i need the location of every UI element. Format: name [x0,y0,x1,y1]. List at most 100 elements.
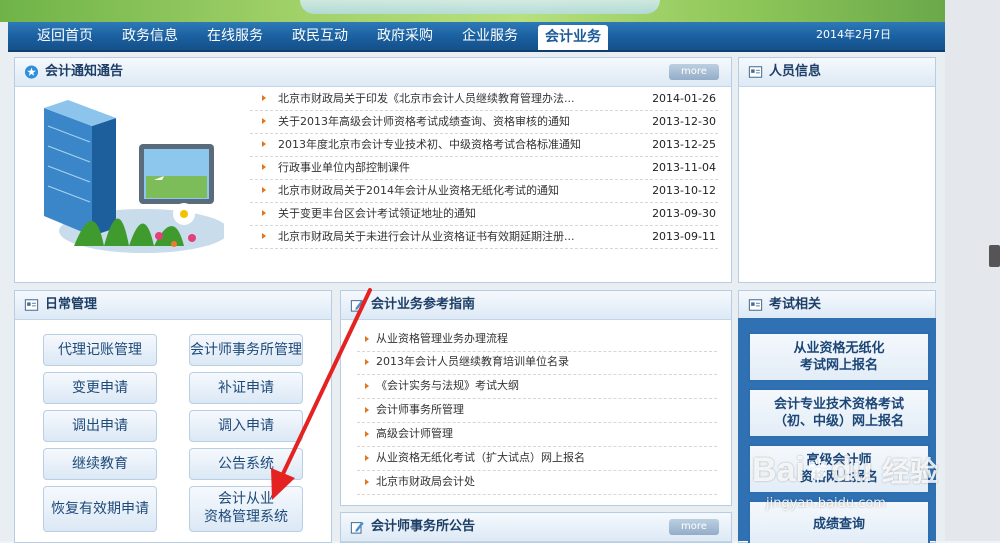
change-request-button[interactable]: 变更申请 [43,372,157,404]
nav-procurement[interactable]: 政府采购 [370,22,440,50]
guide-panel-header: 会计业务参考指南 [341,291,731,320]
bullet-icon [365,479,369,485]
notice-title[interactable]: 北京市财政局关于印发《北京市会计人员继续教育管理办法... [278,87,575,110]
continuing-education-button[interactable]: 继续教育 [43,448,157,480]
button-label: 变更申请 [72,380,128,396]
firm-notice-panel-title: 会计师事务所公告 [371,519,476,534]
building-illustration [44,100,224,253]
notice-title[interactable]: 北京市财政局关于2014年会计从业资格无纸化考试的通知 [278,179,559,202]
senior-accountant-signup-button[interactable]: 高级会计师 资格网上报名 [748,444,930,494]
edit-icon [350,521,364,534]
transfer-in-button[interactable]: 调入申请 [189,410,303,442]
notice-title[interactable]: 北京市财政局关于未进行会计从业资格证书有效期延期注册... [278,225,575,248]
notice-title[interactable]: 行政事业单位内部控制课件 [278,156,410,179]
notice-row[interactable]: 北京市财政局关于未进行会计从业资格证书有效期延期注册... 2013-09-11 [250,225,718,249]
button-label: 继续教育 [72,456,128,472]
guide-panel-title: 会计业务参考指南 [371,297,476,312]
nav-home[interactable]: 返回首页 [30,22,100,50]
reissue-request-button[interactable]: 补证申请 [189,372,303,404]
announcement-system-button[interactable]: 公告系统 [189,448,303,480]
button-label-line1: 会计从业 [218,491,274,507]
guide-title[interactable]: 北京市财政局会计处 [376,470,475,494]
banner-sky [300,0,660,14]
notice-date: 2013-09-11 [652,230,716,243]
personnel-panel-header: 人员信息 [739,58,935,87]
guide-title[interactable]: 会计师事务所管理 [376,398,464,422]
card-icon [748,66,763,78]
notice-more-button[interactable]: more [669,64,719,80]
button-label-line2: 资格管理系统 [204,509,288,525]
button-label: 公告系统 [218,456,274,472]
guide-row[interactable]: 从业资格管理业务办理流程 [357,327,717,352]
accounting-firm-button[interactable]: 会计师事务所管理 [189,334,303,366]
exam-line2: 资格网上报名 [799,470,878,485]
notice-title[interactable]: 关于2013年高级会计师资格考试成绩查询、资格审核的通知 [278,110,570,133]
agency-bookkeeping-button[interactable]: 代理记账管理 [43,334,157,366]
card-icon [748,299,763,311]
guide-title[interactable]: 《会计实务与法规》考试大纲 [376,374,519,398]
current-date: 2014年2月7日 [816,28,891,41]
firm-notice-more-button[interactable]: more [669,519,719,535]
bullet-icon [262,95,266,101]
guide-row[interactable]: 会计师事务所管理 [357,398,717,423]
bullet-icon [262,210,266,216]
guide-title[interactable]: 从业资格无纸化考试（扩大试点）网上报名 [376,446,585,470]
transfer-out-button[interactable]: 调出申请 [43,410,157,442]
qualification-system-button[interactable]: 会计从业 资格管理系统 [189,486,303,532]
daily-panel-header: 日常管理 [15,291,331,320]
professional-exam-signup-button[interactable]: 会计专业技术资格考试 （初、中级）网上报名 [748,388,930,438]
notice-row[interactable]: 关于变更丰台区会计考试领证地址的通知 2013-09-30 [250,202,718,226]
header-banner [0,0,945,22]
guide-row[interactable]: 《会计实务与法规》考试大纲 [357,374,717,399]
exam-line2: 考试网上报名 [799,358,878,373]
guide-title[interactable]: 高级会计师管理 [376,422,453,446]
notice-date: 2013-11-04 [652,161,716,174]
notice-title[interactable]: 关于变更丰台区会计考试领证地址的通知 [278,202,476,225]
nav-gov-info[interactable]: 政务信息 [115,22,185,50]
firm-notice-panel-header: 会计师事务所公告 more [341,513,731,542]
scroll-handle[interactable] [989,245,1000,267]
guide-row[interactable]: 北京市财政局会计处 [357,470,717,495]
exam-line1: 高级会计师 [806,453,872,468]
bullet-icon [262,233,266,239]
notice-row[interactable]: 2013年度北京市会计专业技术初、中级资格考试合格标准通知 2013-12-25 [250,133,718,157]
bullet-icon [365,336,369,342]
notice-row[interactable]: 行政事业单位内部控制课件 2013-11-04 [250,156,718,180]
guide-row[interactable]: 从业资格无纸化考试（扩大试点）网上报名 [357,446,717,471]
notice-row[interactable]: 北京市财政局关于印发《北京市会计人员继续教育管理办法... 2014-01-26 [250,87,718,111]
personnel-panel: 人员信息 [738,57,936,283]
nav-enterprise[interactable]: 企业服务 [455,22,525,50]
score-query-button[interactable]: 成绩查询 [748,500,930,543]
guide-title[interactable]: 从业资格管理业务办理流程 [376,327,508,351]
nav-interaction[interactable]: 政民互动 [285,22,355,50]
button-label: 代理记账管理 [58,342,142,358]
bullet-icon [262,141,266,147]
paperless-exam-signup-button[interactable]: 从业资格无纸化 考试网上报名 [748,332,930,382]
main-nav: 返回首页 政务信息 在线服务 政民互动 政府采购 企业服务 会计业务 2014年… [8,22,945,52]
button-label: 调出申请 [72,418,128,434]
notice-row[interactable]: 北京市财政局关于2014年会计从业资格无纸化考试的通知 2013-10-12 [250,179,718,203]
star-icon [24,65,39,79]
notice-title[interactable]: 2013年度北京市会计专业技术初、中级资格考试合格标准通知 [278,133,581,156]
button-label: 会计师事务所管理 [190,342,302,358]
notice-row[interactable]: 关于2013年高级会计师资格考试成绩查询、资格审核的通知 2013-12-30 [250,110,718,134]
nav-accounting-active[interactable]: 会计业务 [538,25,608,50]
notice-date: 2013-12-25 [652,138,716,151]
guide-row[interactable]: 高级会计师管理 [357,422,717,447]
restore-validity-button[interactable]: 恢复有效期申请 [43,486,157,532]
guide-title[interactable]: 2013年会计人员继续教育培训单位名录 [376,350,569,374]
bullet-icon [365,383,369,389]
bullet-icon [365,431,369,437]
notice-date: 2013-10-12 [652,184,716,197]
guide-row[interactable]: 2013年会计人员继续教育培训单位名录 [357,350,717,375]
exam-line1: 成绩查询 [812,517,865,532]
right-margin [945,0,1000,541]
nav-online-service[interactable]: 在线服务 [200,22,270,50]
card-icon [24,299,39,311]
edit-icon [350,299,364,312]
button-label: 调入申请 [218,418,274,434]
exam-line1: 会计专业技术资格考试 [773,397,904,412]
notice-panel-title: 会计通知通告 [45,64,124,79]
button-label: 恢复有效期申请 [51,501,149,517]
exam-line1: 从业资格无纸化 [793,341,885,356]
